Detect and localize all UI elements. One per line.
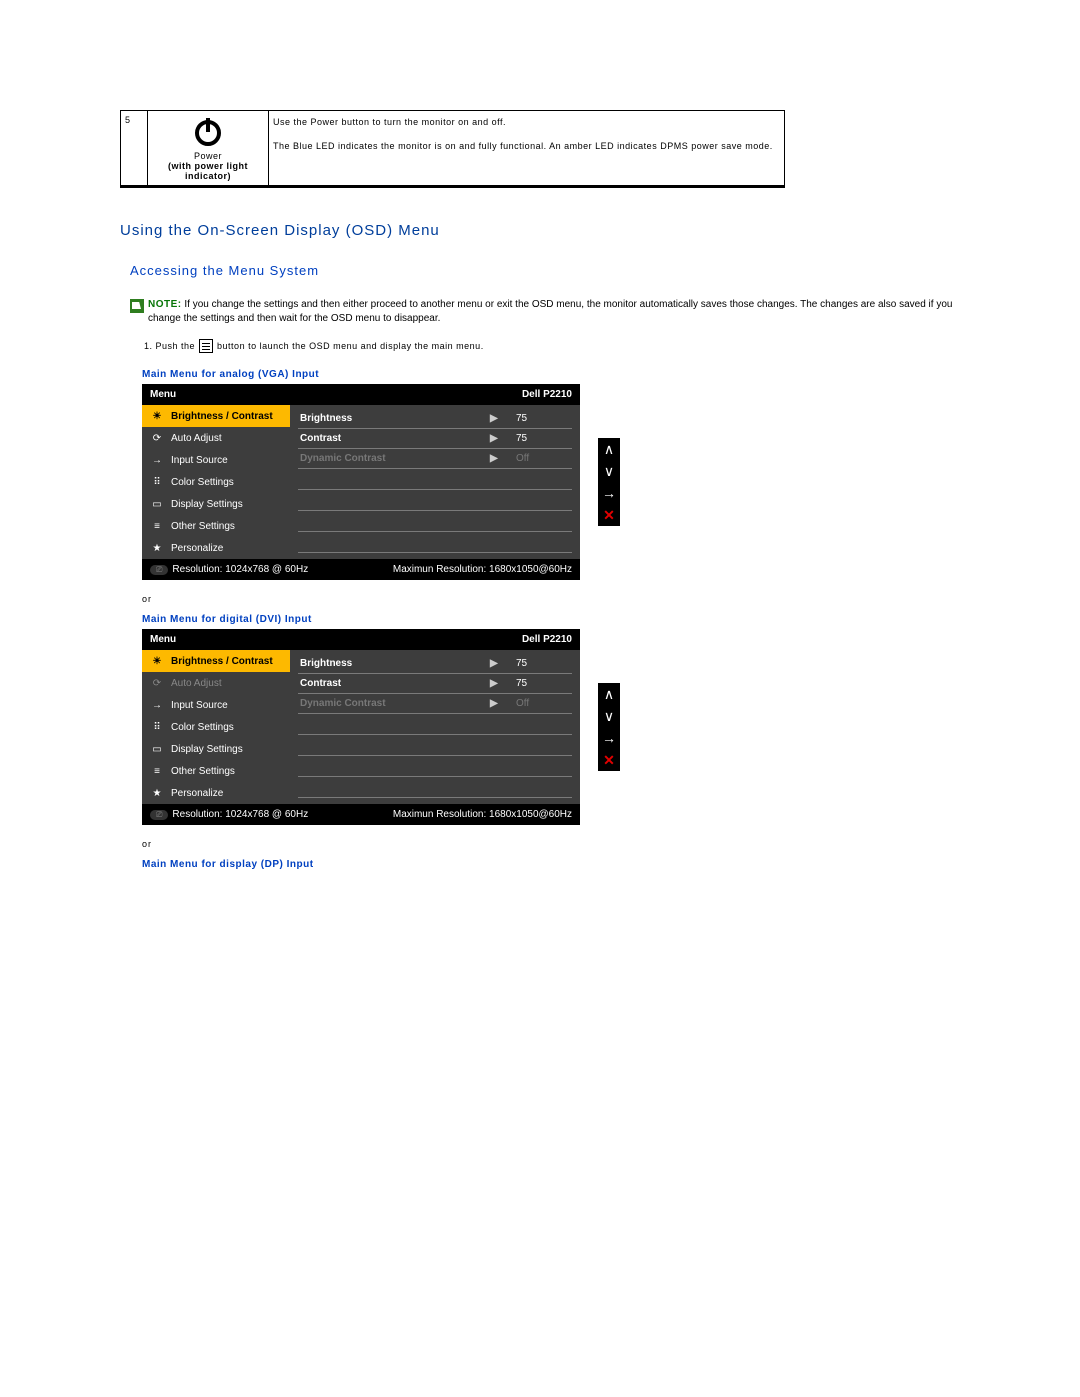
osd-vga-panel: Menu Dell P2210 ☀ Brightness / Contrast … — [142, 384, 580, 580]
sun-icon: ☀ — [150, 654, 164, 668]
note-icon — [130, 299, 144, 313]
osd-model: Dell P2210 — [522, 389, 572, 400]
osd-item-personalize[interactable]: ★ Personalize — [142, 537, 290, 559]
down-button[interactable]: ∨ — [598, 705, 620, 727]
or-label-1: or — [142, 594, 960, 604]
other-settings-icon: ≡ — [150, 764, 164, 778]
note-text: If you change the settings and then eith… — [148, 299, 952, 324]
dvi-badge: ⎚ — [150, 810, 168, 820]
osd-item-auto-adjust: ⟳ Auto Adjust — [142, 672, 290, 694]
osd-right-contrast[interactable]: Contrast ▶ 75 — [298, 429, 572, 449]
osd-item-display-settings[interactable]: ▭ Display Settings — [142, 493, 290, 515]
other-settings-icon: ≡ — [150, 519, 164, 533]
color-settings-icon: ⠿ — [150, 720, 164, 734]
dp-menu-label: Main Menu for display (DP) Input — [142, 859, 960, 870]
sun-icon: ☀ — [150, 409, 164, 423]
menu-button-icon — [199, 339, 213, 353]
osd-menu-label: Menu — [150, 389, 176, 400]
osd-menu-label: Menu — [150, 634, 176, 645]
dvi-menu-label: Main Menu for digital (DVI) Input — [142, 614, 960, 625]
auto-adjust-icon: ⟳ — [150, 676, 164, 690]
osd-item-input-source[interactable]: → Input Source — [142, 449, 290, 471]
osd-item-color-settings[interactable]: ⠿ Color Settings — [142, 471, 290, 493]
osd-item-brightness-contrast[interactable]: ☀ Brightness / Contrast — [142, 405, 290, 427]
note-block: NOTE: If you change the settings and the… — [130, 298, 960, 325]
or-label-2: or — [142, 839, 960, 849]
step-1: 1. Push the button to launch the OSD men… — [144, 339, 960, 353]
power-button-table: 5 Power (with power light indicator) Use… — [120, 110, 785, 188]
row-number: 5 — [121, 111, 148, 187]
power-description: Use the Power button to turn the monitor… — [269, 111, 785, 187]
close-button[interactable]: ✕ — [598, 749, 620, 771]
vga-menu-label: Main Menu for analog (VGA) Input — [142, 369, 960, 380]
osd-right-contrast[interactable]: Contrast ▶ 75 — [298, 674, 572, 694]
osd-item-auto-adjust[interactable]: ⟳ Auto Adjust — [142, 427, 290, 449]
osd-item-color-settings[interactable]: ⠿ Color Settings — [142, 716, 290, 738]
section-heading: Using the On-Screen Display (OSD) Menu — [120, 222, 960, 239]
osd-side-buttons: ∧ ∨ → ✕ — [598, 438, 620, 526]
osd-right-brightness[interactable]: Brightness ▶ 75 — [298, 409, 572, 429]
osd-side-buttons: ∧ ∨ → ✕ — [598, 683, 620, 771]
osd-resolution: Resolution: 1024x768 @ 60Hz — [172, 564, 308, 575]
color-settings-icon: ⠿ — [150, 475, 164, 489]
down-button[interactable]: ∨ — [598, 460, 620, 482]
osd-item-other-settings[interactable]: ≡ Other Settings — [142, 515, 290, 537]
display-settings-icon: ▭ — [150, 497, 164, 511]
osd-model: Dell P2210 — [522, 634, 572, 645]
input-source-icon: → — [150, 698, 164, 712]
osd-dvi-panel: Menu Dell P2210 ☀ Brightness / Contrast … — [142, 629, 580, 825]
star-icon: ★ — [150, 786, 164, 800]
display-settings-icon: ▭ — [150, 742, 164, 756]
up-button[interactable]: ∧ — [598, 683, 620, 705]
osd-right-dynamic-contrast: Dynamic Contrast ▶ Off — [298, 449, 572, 469]
up-button[interactable]: ∧ — [598, 438, 620, 460]
osd-max-resolution: Maximun Resolution: 1680x1050@60Hz — [393, 564, 572, 575]
input-source-icon: → — [150, 453, 164, 467]
power-icon — [192, 115, 224, 147]
power-caption: Power (with power light indicator) — [152, 151, 264, 181]
enter-button[interactable]: → — [598, 482, 620, 504]
osd-resolution: Resolution: 1024x768 @ 60Hz — [172, 809, 308, 820]
osd-max-resolution: Maximun Resolution: 1680x1050@60Hz — [393, 809, 572, 820]
star-icon: ★ — [150, 541, 164, 555]
osd-item-display-settings[interactable]: ▭ Display Settings — [142, 738, 290, 760]
auto-adjust-icon: ⟳ — [150, 431, 164, 445]
vga-badge: ⎚ — [150, 565, 168, 575]
osd-item-other-settings[interactable]: ≡ Other Settings — [142, 760, 290, 782]
osd-right-dynamic-contrast: Dynamic Contrast ▶ Off — [298, 694, 572, 714]
osd-item-personalize[interactable]: ★ Personalize — [142, 782, 290, 804]
enter-button[interactable]: → — [598, 727, 620, 749]
osd-item-brightness-contrast[interactable]: ☀ Brightness / Contrast — [142, 650, 290, 672]
note-label: NOTE: — [148, 299, 182, 310]
osd-right-brightness[interactable]: Brightness ▶ 75 — [298, 654, 572, 674]
close-button[interactable]: ✕ — [598, 504, 620, 526]
power-icon-cell: Power (with power light indicator) — [148, 111, 269, 187]
subsection-heading: Accessing the Menu System — [130, 263, 960, 278]
osd-item-input-source[interactable]: → Input Source — [142, 694, 290, 716]
